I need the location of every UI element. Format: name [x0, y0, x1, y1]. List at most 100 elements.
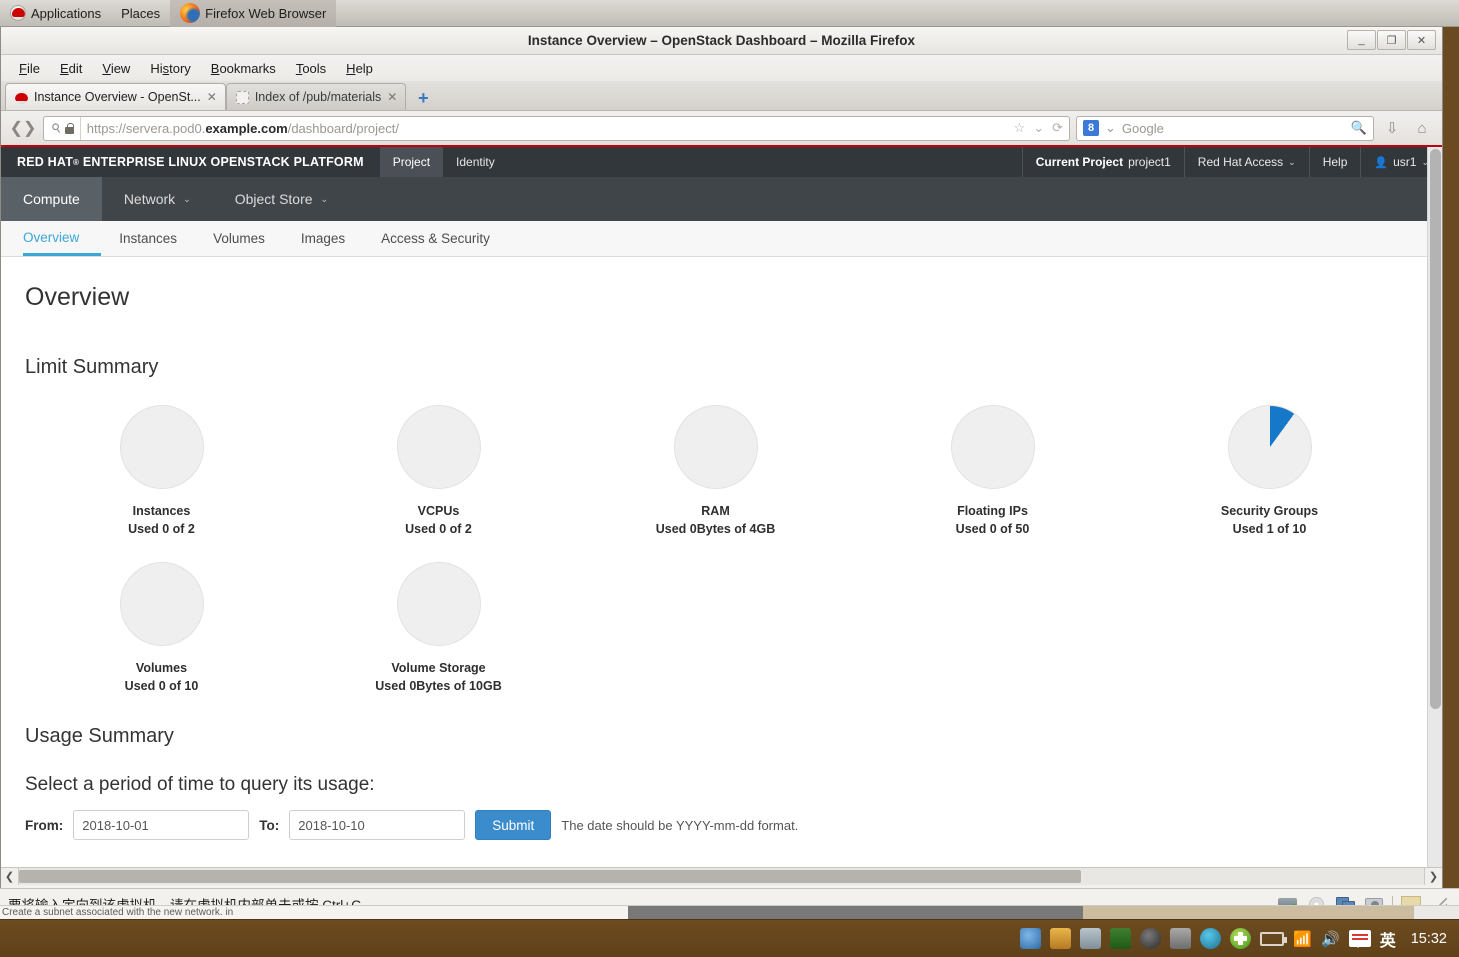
browser-tab-label: Index of /pub/materials: [254, 90, 382, 104]
window-titlebar: Instance Overview – OpenStack Dashboard …: [1, 27, 1442, 55]
help-link[interactable]: Help: [1308, 147, 1361, 177]
identity-box[interactable]: ⚲: [48, 116, 81, 140]
tab-volumes[interactable]: Volumes: [195, 221, 283, 256]
limit-value: Used 1 of 10: [1232, 522, 1307, 536]
virtualbox-tray-icon[interactable]: [1080, 928, 1102, 949]
url-bar[interactable]: ⚲ https://servera.pod0.example.com/dashb…: [43, 115, 1070, 141]
panel-tab-bar: Overview Instances Volumes Images Access…: [1, 221, 1442, 257]
tab-close-icon[interactable]: ✕: [207, 90, 217, 104]
limit-label: Volumes: [135, 661, 188, 675]
limit-summary-row-1: Instances Used 0 of 2 VCPUs Used 0 of 2 …: [23, 405, 1420, 536]
vcpus-pie-chart: [396, 405, 481, 489]
limit-label: Instances: [132, 504, 191, 518]
chevron-down-icon: ⌄: [320, 193, 329, 204]
applications-menu[interactable]: Applications: [0, 0, 111, 27]
search-engine-dropdown-icon[interactable]: ⌄: [1105, 120, 1116, 136]
url-scheme: https://: [86, 120, 126, 136]
places-menu-label: Places: [121, 5, 161, 21]
window-list-firefox[interactable]: Firefox Web Browser: [170, 0, 337, 27]
limit-label: RAM: [701, 504, 730, 518]
top-tab-project[interactable]: Project: [379, 147, 444, 177]
dashboard-top-right: Current Project project1 Red Hat Access …: [1021, 147, 1442, 177]
limit-summary-heading: Limit Summary: [25, 356, 159, 378]
bookmark-dropdown-icon[interactable]: ⌄: [1033, 120, 1044, 136]
menu-edit[interactable]: Edit: [50, 59, 92, 78]
dashboard-sub-nav: Compute Network ⌄ Object Store ⌄: [1, 177, 1442, 221]
battery-icon[interactable]: [1260, 931, 1288, 946]
new-tab-button[interactable]: +: [410, 86, 436, 110]
urlbar-actions: ☆ ⌄ ⟳: [1014, 120, 1063, 136]
menu-view[interactable]: View: [92, 59, 140, 78]
applications-menu-label: Applications: [31, 5, 102, 21]
bookmark-star-icon[interactable]: ☆: [1014, 120, 1026, 136]
hscroll-track[interactable]: [19, 868, 1424, 885]
sub-nav-compute[interactable]: Compute: [1, 177, 102, 221]
home-icon[interactable]: ⌂: [1410, 116, 1434, 140]
reload-icon[interactable]: ⟳: [1052, 120, 1063, 136]
update-tray-icon[interactable]: [1230, 928, 1252, 949]
search-magnifier-icon[interactable]: 🔍: [1351, 120, 1367, 136]
sub-nav-network[interactable]: Network ⌄: [102, 177, 213, 221]
red-hat-logo-icon: [10, 5, 26, 21]
page-horizontal-scrollbar[interactable]: ❮ ❯: [1, 867, 1442, 885]
back-forward-icon[interactable]: ❮❯: [9, 116, 37, 140]
lock-icon: [64, 122, 74, 134]
chevron-down-icon: ⌄: [183, 193, 191, 204]
scroll-right-icon[interactable]: ❯: [1424, 868, 1442, 885]
ime-language-label[interactable]: 英: [1380, 927, 1396, 951]
archive-tray-icon[interactable]: [1170, 928, 1192, 949]
limit-chart-ram: RAM Used 0Bytes of 4GB: [577, 405, 854, 536]
close-button[interactable]: ✕: [1407, 30, 1436, 50]
tab-access-security[interactable]: Access & Security: [363, 221, 508, 256]
tab-favicon-openstack-icon: [15, 90, 28, 104]
browser-tab-instance-overview[interactable]: Instance Overview - OpenSt... ✕: [5, 83, 226, 110]
limit-chart-volumes: Volumes Used 0 of 10: [23, 562, 300, 693]
firefox-window: Instance Overview – OpenStack Dashboard …: [0, 27, 1443, 905]
taskbar-clock[interactable]: 15:32: [1405, 931, 1447, 947]
page-scrollbar-thumb[interactable]: [1430, 149, 1441, 709]
search-engine-icon[interactable]: 8: [1083, 120, 1099, 136]
hscroll-thumb[interactable]: [19, 870, 1081, 883]
dashboard-top-bar: RED HAT ® ENTERPRISE LINUX OPENSTACK PLAT…: [1, 147, 1442, 177]
submit-button[interactable]: Submit: [475, 810, 552, 840]
from-date-input[interactable]: [73, 810, 250, 840]
menu-help[interactable]: Help: [336, 59, 383, 78]
minimize-button[interactable]: _: [1347, 30, 1376, 50]
search-bar[interactable]: 8 ⌄ Google 🔍: [1076, 115, 1374, 141]
settings-tray-icon[interactable]: [1020, 928, 1042, 949]
scroll-left-icon[interactable]: ❮: [1, 868, 19, 885]
to-date-input[interactable]: [289, 810, 466, 840]
wifi-icon[interactable]: 📶: [1293, 930, 1312, 948]
user-icon: 👤: [1374, 156, 1389, 169]
menu-tools[interactable]: Tools: [286, 59, 336, 78]
menu-bookmarks[interactable]: Bookmarks: [201, 59, 286, 78]
security-groups-pie-chart: [1227, 405, 1312, 489]
menu-history[interactable]: History: [140, 59, 200, 78]
clock-tray-icon[interactable]: [1140, 928, 1162, 949]
red-hat-access-menu[interactable]: Red Hat Access ⌄: [1183, 147, 1309, 177]
menu-file[interactable]: File: [9, 59, 50, 78]
limit-value: Used 0 of 2: [128, 522, 195, 536]
input-method-icon[interactable]: [1348, 930, 1371, 948]
volume-icon[interactable]: 🔊: [1321, 930, 1340, 948]
tab-instances[interactable]: Instances: [101, 221, 195, 256]
places-menu[interactable]: Places: [111, 0, 170, 27]
browser-tray-icon[interactable]: [1200, 928, 1222, 949]
top-tab-identity[interactable]: Identity: [443, 147, 508, 177]
key-icon: ⚲: [48, 119, 65, 137]
tab-close-icon[interactable]: ✕: [387, 90, 397, 104]
tab-overview[interactable]: Overview: [23, 221, 102, 256]
pidgin-tray-icon[interactable]: [1050, 928, 1072, 949]
page-vertical-scrollbar[interactable]: [1427, 147, 1442, 867]
vmware-tray-icon[interactable]: [1110, 928, 1132, 949]
url-text: https://servera.pod0.example.com/dashboa…: [87, 121, 1008, 136]
system-tray: 📶 🔊 英 15:32: [1020, 927, 1459, 951]
url-host-domain: example.com: [205, 120, 288, 136]
maximize-button[interactable]: ❐: [1377, 30, 1406, 50]
browser-tab-index-materials[interactable]: Index of /pub/materials ✕: [225, 83, 407, 110]
red-hat-access-label: Red Hat Access: [1197, 155, 1284, 169]
window-title: Instance Overview – OpenStack Dashboard …: [527, 33, 916, 48]
tab-images[interactable]: Images: [283, 221, 363, 256]
downloads-icon[interactable]: ⇩: [1380, 116, 1404, 140]
sub-nav-object-store[interactable]: Object Store ⌄: [213, 177, 350, 221]
